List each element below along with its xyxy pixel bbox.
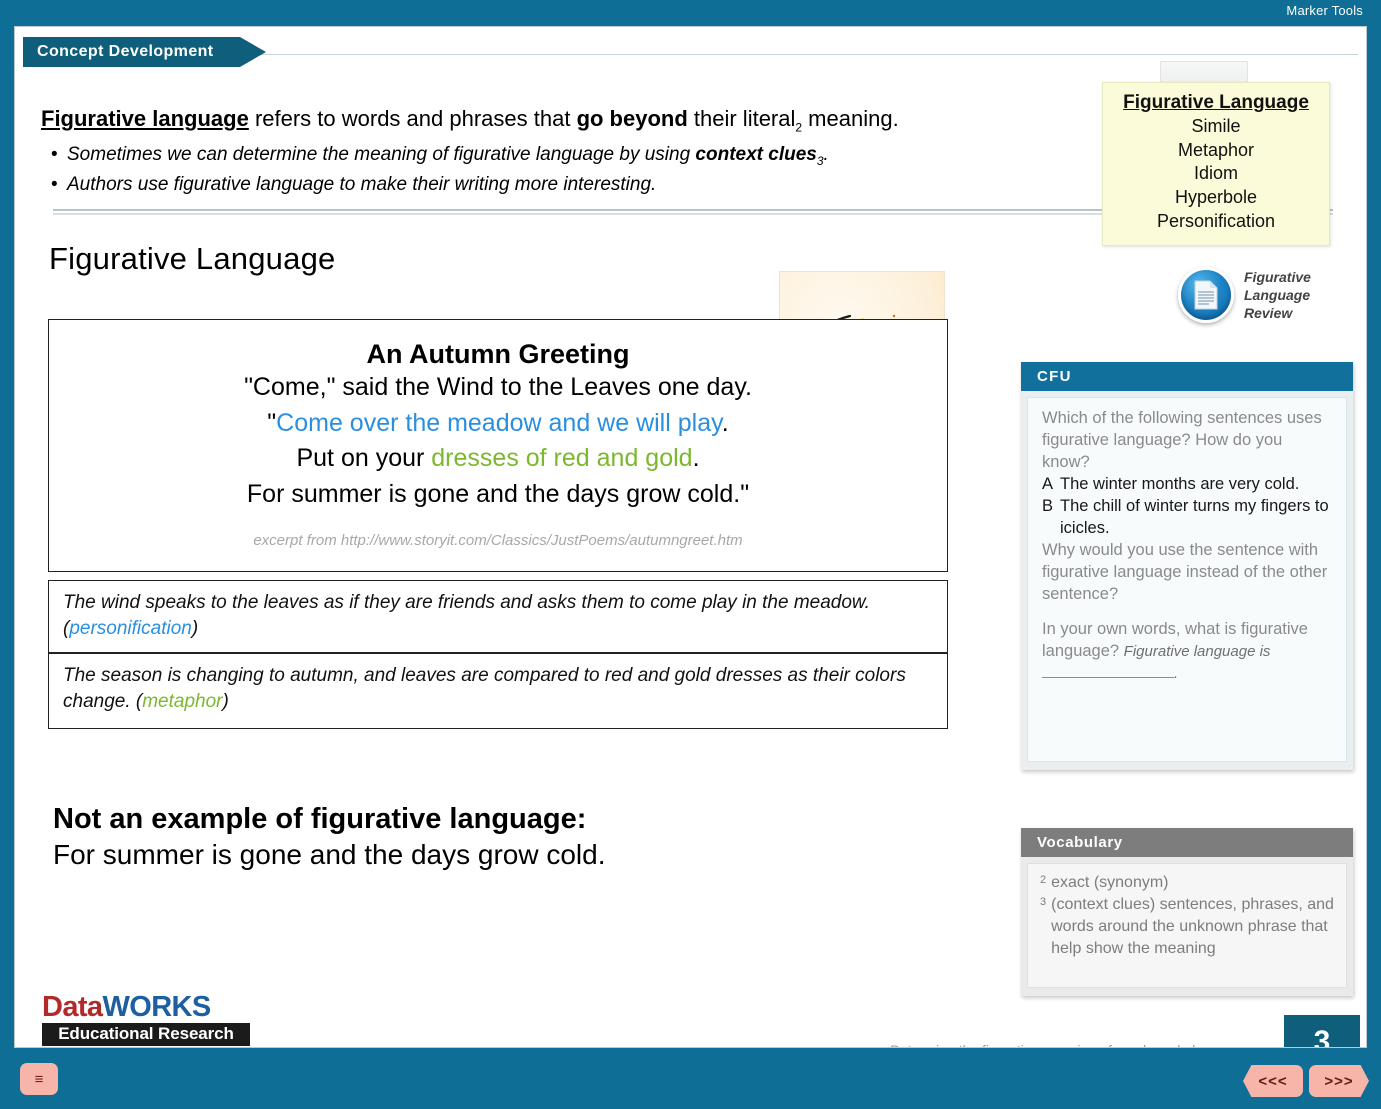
top-toolbar: Marker Tools	[0, 0, 1381, 24]
list-item: Sometimes we can determine the meaning o…	[41, 141, 1086, 170]
cfu-option-a-text: The winter months are very cold.	[1060, 474, 1300, 493]
list-item: 2 exact (synonym)	[1040, 872, 1336, 894]
logo-data-text: Data	[42, 991, 103, 1023]
bottom-navigation-bar: ≡ <<< >>>	[0, 1053, 1381, 1109]
definition-mid: refers to words and phrases that	[248, 106, 577, 131]
vocabulary-entry-text: exact (synonym)	[1051, 874, 1169, 891]
sticky-note[interactable]: Figurative Language Simile Metaphor Idio…	[1102, 82, 1330, 246]
ribbon-arrow-icon	[239, 37, 266, 67]
cfu-body: Which of the following sentences uses fi…	[1027, 397, 1347, 762]
vocabulary-body: 2 exact (synonym) 3 (context clues) sent…	[1027, 863, 1347, 988]
bullet-footnote-marker: 3	[816, 154, 824, 169]
sticky-note-item: Metaphor	[1177, 139, 1255, 160]
cfu-option-b[interactable]: B The chill of winter turns my fingers t…	[1042, 496, 1334, 540]
learning-objective: Determine the figurative meaning of word…	[890, 1042, 1238, 1047]
explanation-close: )	[191, 617, 199, 639]
poem-line: For summer is gone and the days grow col…	[246, 479, 750, 508]
concept-development-ribbon: Concept Development	[23, 37, 266, 67]
figurative-language-review-link[interactable]: Figurative Language Review	[1178, 267, 1311, 323]
counter-example-heading: Not an example of figurative language:	[53, 803, 587, 835]
poem-quote-mark: "	[267, 408, 277, 437]
poem-line: Put on your dresses of red and gold.	[49, 441, 947, 477]
explanation-close: )	[222, 690, 229, 712]
explanation-metaphor: The season is changing to autumn, and le…	[48, 653, 948, 729]
poem-line: "Come over the meadow and we will play.	[49, 406, 947, 442]
review-label: Figurative Language Review	[1244, 268, 1311, 322]
page-number: 3	[1284, 1015, 1360, 1047]
vocabulary-entry-number: 2	[1040, 874, 1047, 886]
cfu-option-b-letter: B	[1042, 496, 1054, 515]
counter-example-text: For summer is gone and the days grow col…	[53, 839, 606, 870]
cfu-option-b-text: The chill of winter turns my fingers to …	[1060, 496, 1329, 537]
dataworks-logo: DataWORKS Educational Research	[42, 993, 250, 1046]
vocabulary-panel: Vocabulary 2 exact (synonym) 3 (context …	[1021, 828, 1353, 996]
sticky-note-item: Simile	[1191, 115, 1241, 136]
poem-line-pre: Put on your	[296, 444, 432, 472]
document-icon	[1178, 267, 1234, 323]
list-item: 3 (context clues) sentences, phrases, an…	[1040, 894, 1336, 960]
vocabulary-entry-number: 3	[1040, 895, 1047, 908]
cfu-option-a[interactable]: A The winter months are very cold.	[1042, 474, 1334, 496]
poem-citation: excerpt from http://www.storyit.com/Clas…	[253, 532, 743, 549]
cfu-header: CFU	[1021, 362, 1353, 391]
bullet-post: .	[823, 144, 829, 166]
vocabulary-title: Vocabulary	[1037, 834, 1123, 851]
definition-term: Figurative language	[41, 106, 249, 131]
definition-tail: their literal	[687, 106, 796, 131]
explanation-label: personification	[69, 617, 192, 639]
cfu-sentence-frame: Figurative language is	[1123, 643, 1271, 661]
ribbon-label: Concept Development	[37, 43, 214, 60]
slide-canvas: Concept Development Figurative language …	[14, 26, 1367, 1048]
list-item: Authors use figurative language to make …	[41, 171, 1086, 199]
page-title: Figurative Language	[49, 241, 336, 276]
cfu-question-1: Which of the following sentences uses fi…	[1042, 409, 1322, 471]
sticky-note-item: Personification	[1156, 210, 1276, 231]
poem-title: An Autumn Greeting	[366, 339, 630, 369]
poem-personification-highlight: Come over the meadow and we will play	[276, 408, 722, 437]
previous-page-button[interactable]: <<<	[1243, 1065, 1303, 1097]
poem-metaphor-highlight: dresses of red and gold	[431, 444, 693, 472]
marker-tools-button[interactable]: Marker Tools	[1286, 3, 1363, 18]
definition-block: Figurative language refers to words and …	[41, 105, 1086, 198]
logo-works-text: WORKS	[102, 991, 211, 1023]
poem-line: "Come," said the Wind to the Leaves one …	[244, 373, 752, 401]
sticky-note-tab	[1160, 61, 1248, 83]
vocabulary-header: Vocabulary	[1021, 828, 1353, 857]
next-page-button[interactable]: >>>	[1309, 1065, 1369, 1097]
poem-box: An Autumn Greeting "Come," said the Wind…	[48, 319, 948, 572]
bullet-text: Authors use figurative language to make …	[67, 173, 657, 195]
cfu-frame-end: .	[1174, 665, 1179, 683]
vocabulary-entry-text: (context clues) sentences, phrases, and …	[1051, 895, 1334, 957]
poem-line-end: .	[721, 408, 729, 437]
bullet-text: Sometimes we can determine the meaning o…	[67, 144, 696, 166]
cfu-question-3: In your own words, what is figurative la…	[1042, 619, 1334, 685]
definition-bullets: Sometimes we can determine the meaning o…	[41, 141, 1086, 198]
definition-sentence: Figurative language refers to words and …	[41, 105, 1086, 135]
definition-bold: go beyond	[576, 106, 688, 131]
explanation-label: metaphor	[142, 690, 223, 712]
bullet-bold: context clues	[695, 144, 817, 166]
sticky-note-title: Figurative Language	[1123, 92, 1309, 113]
logo-wordmark: DataWORKS	[42, 993, 250, 1022]
explanation-personification: The wind speaks to the leaves as if they…	[48, 580, 948, 653]
poem-line-end: .	[692, 444, 700, 472]
cfu-answer-blank[interactable]	[1042, 665, 1174, 679]
cfu-spacer	[1042, 605, 1334, 619]
cfu-option-a-letter: A	[1042, 474, 1054, 493]
logo-subtitle: Educational Research	[42, 1023, 250, 1046]
hamburger-menu-icon[interactable]: ≡	[20, 1063, 58, 1095]
sticky-note-item: Hyperbole	[1174, 187, 1258, 207]
cfu-panel: CFU Which of the following sentences use…	[1021, 362, 1353, 770]
cfu-title: CFU	[1037, 368, 1072, 385]
definition-end: meaning.	[802, 106, 899, 131]
cfu-question-2: Why would you use the sentence with figu…	[1042, 540, 1328, 603]
slide-viewer: Marker Tools Concept Development Figurat…	[0, 0, 1381, 1109]
sticky-note-item: Idiom	[1193, 163, 1238, 184]
